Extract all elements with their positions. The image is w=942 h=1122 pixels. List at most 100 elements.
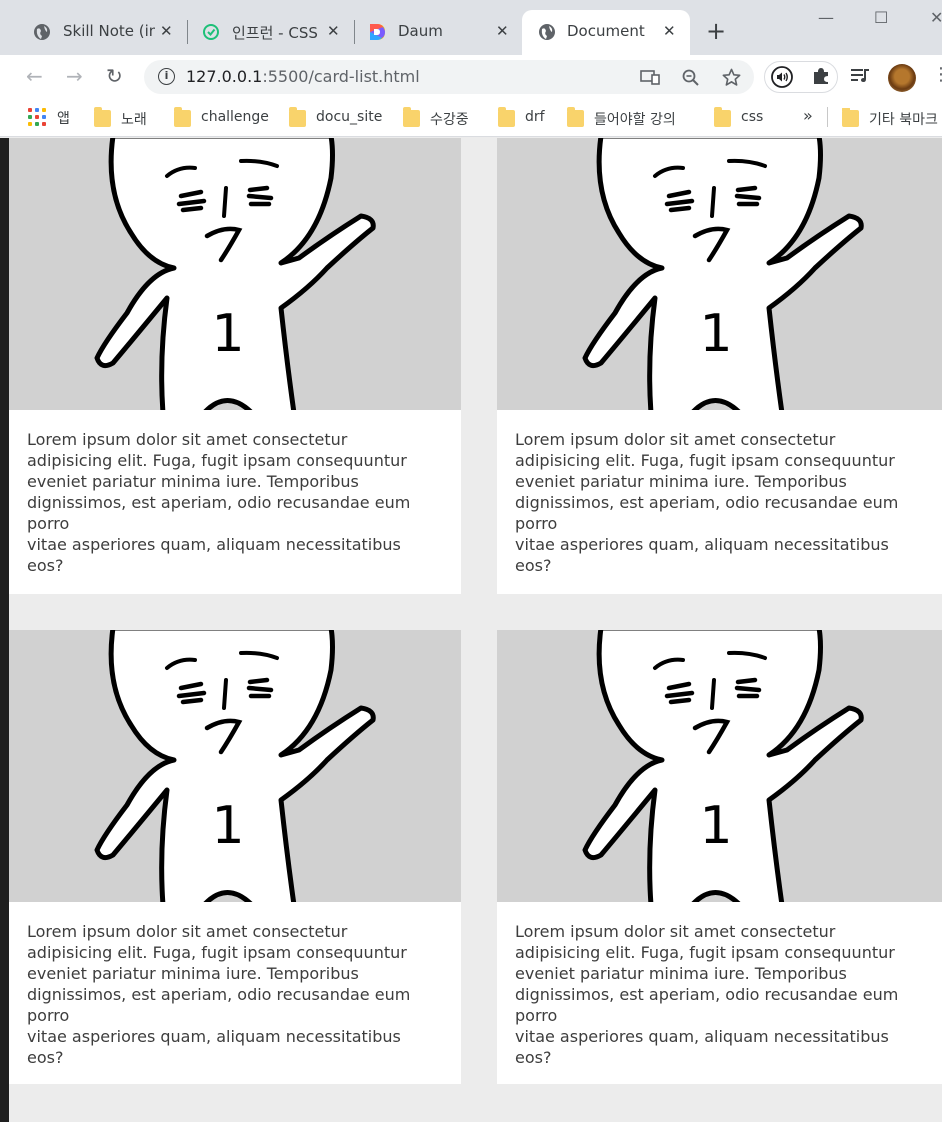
- folder-icon: [842, 108, 859, 127]
- card: 1 Lorem ipsum dolor sit amet consectetur…: [9, 138, 461, 594]
- card: 1 Lorem ipsum dolor sit amet consectetur…: [9, 630, 461, 1084]
- card-text-line: vitae asperiores quam, aliquam necessita…: [27, 1027, 401, 1046]
- inflearn-icon: [203, 24, 219, 40]
- bookmark-label: 수강중: [430, 112, 469, 128]
- card-text-line: porro: [27, 514, 70, 533]
- zoom-out-icon[interactable]: [682, 69, 700, 87]
- card-text-line: vitae asperiores quam, aliquam necessita…: [515, 1027, 889, 1046]
- media-control-icon[interactable]: [850, 67, 872, 85]
- folder-icon: [289, 107, 306, 127]
- card-text-line: eveniet pariatur minima iure. Temporibus: [515, 964, 847, 983]
- close-window-button[interactable]: ✕: [930, 8, 942, 27]
- tab-inflearn[interactable]: 인프런 - CSS ✕: [190, 10, 350, 55]
- bookmark-label: css: [741, 109, 764, 125]
- tab-title: Document: [567, 22, 645, 40]
- close-tab-icon[interactable]: ✕: [496, 22, 509, 40]
- card: 1 Lorem ipsum dolor sit amet consectetur…: [497, 630, 942, 1084]
- card-description: Lorem ipsum dolor sit amet consectetur a…: [515, 429, 915, 576]
- folder-icon: [403, 107, 420, 127]
- folder-icon: [174, 107, 191, 127]
- browser-menu-icon[interactable]: ⋮: [932, 66, 942, 84]
- forward-button[interactable]: →: [66, 64, 83, 88]
- folder-icon: [567, 107, 584, 127]
- card-text-line: dignissimos, est aperiam, odio recusanda…: [515, 493, 899, 512]
- card-text-line: dignissimos, est aperiam, odio recusanda…: [27, 493, 411, 512]
- card-text-line: porro: [515, 514, 558, 533]
- cartoon-figure-illustration: 1: [582, 138, 864, 410]
- browser-toolbar: ← → ↻ i 127.0.0.1:5500/card-list.html: [0, 55, 942, 99]
- card-image: 1: [497, 630, 942, 902]
- card-text-line: Lorem ipsum dolor sit amet consectetur: [515, 922, 836, 941]
- audio-extension-icon[interactable]: [771, 66, 793, 88]
- address-bar[interactable]: i 127.0.0.1:5500/card-list.html: [144, 60, 754, 94]
- extensions-puzzle-icon[interactable]: [811, 66, 831, 86]
- card-description: Lorem ipsum dolor sit amet consectetur a…: [515, 921, 915, 1068]
- bookmark-star-icon[interactable]: [722, 68, 741, 87]
- close-tab-icon[interactable]: ✕: [327, 22, 340, 40]
- folder-icon: [498, 107, 515, 127]
- tab-strip: Skill Note (in ✕ 인프런 - CSS ✕ Daum ✕ Docu…: [0, 0, 942, 55]
- card-text-line: adipisicing elit. Fuga, fugit ipsam cons…: [515, 943, 895, 962]
- site-info-icon[interactable]: i: [158, 68, 175, 85]
- bookmark-label: challenge: [201, 109, 269, 125]
- tab-title: Skill Note (in: [63, 22, 155, 40]
- folder-icon: [94, 107, 111, 127]
- card-description: Lorem ipsum dolor sit amet consectetur a…: [27, 429, 427, 576]
- bookmark-label: drf: [525, 109, 545, 125]
- bookmark-label: 들어야할 강의: [594, 112, 676, 128]
- globe-icon: [34, 24, 50, 40]
- card-text-line: adipisicing elit. Fuga, fugit ipsam cons…: [27, 451, 407, 470]
- bookmark-label: 기타 북마크: [869, 112, 938, 128]
- tab-divider: [354, 20, 355, 44]
- card-text-line: porro: [27, 1006, 70, 1025]
- close-tab-icon[interactable]: ✕: [160, 22, 173, 40]
- profile-avatar[interactable]: [888, 64, 916, 92]
- card-text-line: Lorem ipsum dolor sit amet consectetur: [515, 430, 836, 449]
- card: 1 Lorem ipsum dolor sit amet consectetur…: [497, 138, 942, 594]
- new-tab-button[interactable]: +: [706, 19, 726, 43]
- maximize-button[interactable]: ☐: [874, 8, 888, 27]
- card-text-line: eveniet pariatur minima iure. Temporibus: [515, 472, 847, 491]
- card-text-line: eos?: [515, 1048, 552, 1067]
- globe-icon: [539, 24, 555, 40]
- tab-skill-note[interactable]: Skill Note (in ✕: [21, 10, 181, 55]
- tab-daum[interactable]: Daum ✕: [356, 10, 520, 55]
- tab-title: 인프런 - CSS: [232, 24, 318, 42]
- card-text-line: Lorem ipsum dolor sit amet consectetur: [27, 430, 348, 449]
- daum-icon: [370, 24, 385, 40]
- card-text-line: vitae asperiores quam, aliquam necessita…: [515, 535, 889, 554]
- card-text-line: dignissimos, est aperiam, odio recusanda…: [27, 985, 411, 1004]
- tab-document[interactable]: Document ✕: [522, 10, 690, 55]
- figure-number: 1: [699, 796, 732, 856]
- card-text-line: eveniet pariatur minima iure. Temporibus: [27, 472, 359, 491]
- minimize-button[interactable]: —: [818, 8, 834, 27]
- card-image: 1: [9, 630, 461, 902]
- apps-grid-icon[interactable]: [28, 108, 46, 126]
- apps-label[interactable]: 앱: [57, 108, 70, 128]
- bookmark-label: 노래: [121, 112, 147, 128]
- cast-devices-icon[interactable]: [640, 69, 660, 85]
- cartoon-figure-illustration: 1: [94, 630, 376, 902]
- folder-icon: [714, 107, 731, 127]
- reload-button[interactable]: ↻: [106, 64, 123, 88]
- bookmarks-divider: [827, 107, 828, 127]
- tab-title: Daum: [398, 22, 443, 40]
- back-button[interactable]: ←: [26, 64, 43, 88]
- card-image: 1: [9, 138, 461, 410]
- bookmark-folder-other[interactable]: 기타 북마크: [842, 108, 942, 130]
- more-bookmarks-button[interactable]: »: [803, 106, 813, 125]
- card-text-line: adipisicing elit. Fuga, fugit ipsam cons…: [27, 943, 407, 962]
- page-viewport: 1 Lorem ipsum dolor sit amet consectetur…: [0, 138, 942, 1122]
- url-host: 127.0.0.1: [186, 67, 263, 86]
- card-text-line: eos?: [515, 556, 552, 575]
- card-description: Lorem ipsum dolor sit amet consectetur a…: [27, 921, 427, 1068]
- bookmark-label: docu_site: [316, 109, 383, 125]
- url-path: :5500/card-list.html: [262, 67, 420, 86]
- tab-divider: [187, 20, 188, 44]
- card-text-line: Lorem ipsum dolor sit amet consectetur: [27, 922, 348, 941]
- cartoon-figure-illustration: 1: [94, 138, 376, 410]
- close-tab-icon[interactable]: ✕: [663, 22, 676, 40]
- card-text-line: dignissimos, est aperiam, odio recusanda…: [515, 985, 899, 1004]
- address-url[interactable]: 127.0.0.1:5500/card-list.html: [186, 67, 420, 86]
- figure-number: 1: [699, 304, 732, 364]
